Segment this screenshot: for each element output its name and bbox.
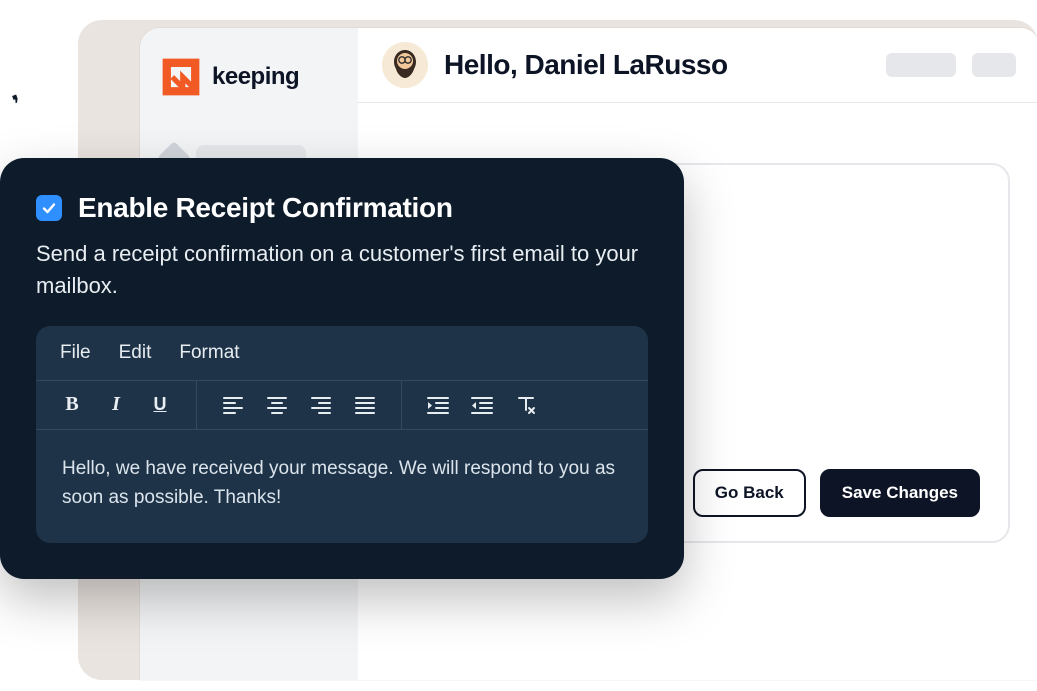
menu-edit[interactable]: Edit [119,342,152,364]
indent-icon[interactable] [426,393,450,417]
page-header: Hello, Daniel LaRusso [358,28,1037,103]
header-placeholder-1 [886,53,956,77]
outdent-icon[interactable] [470,393,494,417]
go-back-button[interactable]: Go Back [693,469,806,517]
align-justify-icon[interactable] [353,393,377,417]
italic-icon[interactable]: I [104,393,128,417]
bold-icon[interactable]: B [60,393,84,417]
check-icon [41,200,57,216]
receipt-confirmation-panel: Enable Receipt Confirmation Send a recei… [0,158,684,579]
align-left-icon[interactable] [221,393,245,417]
clear-format-icon[interactable] [514,393,538,417]
save-changes-button[interactable]: Save Changes [820,469,980,517]
menu-file[interactable]: File [60,342,91,364]
indent-group [402,381,562,429]
panel-header: Enable Receipt Confirmation [36,192,648,224]
editor-toolbar: B I U [36,381,648,430]
align-right-icon[interactable] [309,393,333,417]
brand-name: keeping [212,63,299,91]
format-text-group: B I U [36,381,197,429]
align-center-icon[interactable] [265,393,289,417]
menu-format[interactable]: Format [179,342,239,364]
card-button-row: Go Back Save Changes [693,469,980,517]
avatar-illustration [382,42,428,88]
brand-logo: keeping [140,28,358,108]
decorative-scribble: ❜ [9,90,26,120]
avatar [382,42,428,88]
underline-icon[interactable]: U [148,393,172,417]
panel-title: Enable Receipt Confirmation [78,192,453,224]
enable-receipt-checkbox[interactable] [36,195,62,221]
greeting-text: Hello, Daniel LaRusso [444,49,870,81]
editor-body[interactable]: Hello, we have received your message. We… [36,430,648,543]
keeping-logo-icon [160,56,202,98]
editor-menubar: File Edit Format [36,326,648,381]
message-editor: File Edit Format B I U [36,326,648,543]
align-group [197,381,402,429]
panel-description: Send a receipt confirmation on a custome… [36,238,648,302]
header-placeholder-2 [972,53,1016,77]
